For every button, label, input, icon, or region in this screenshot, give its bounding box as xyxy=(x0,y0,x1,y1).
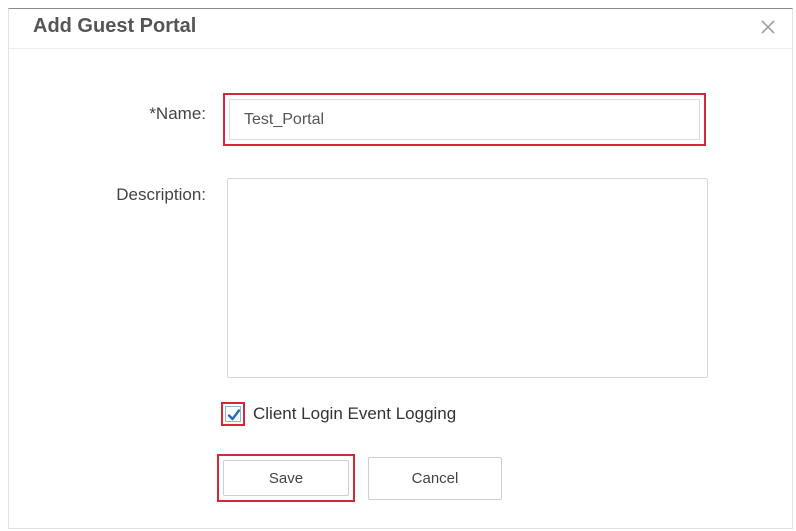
checkmark-icon xyxy=(227,409,241,421)
name-field-highlight xyxy=(223,93,706,146)
description-textarea[interactable] xyxy=(227,178,708,378)
checkbox-box xyxy=(225,406,241,422)
name-input[interactable] xyxy=(229,99,700,140)
description-label: Description: xyxy=(116,185,206,204)
dialog-title: Add Guest Portal xyxy=(33,15,197,37)
close-button[interactable] xyxy=(756,15,780,39)
client-login-logging-checkbox[interactable] xyxy=(221,402,245,426)
add-guest-portal-dialog: Add Guest Portal *Name: Description: Cli… xyxy=(8,8,793,529)
cancel-button[interactable]: Cancel xyxy=(368,457,502,500)
save-button[interactable]: Save xyxy=(223,460,349,496)
close-icon xyxy=(761,20,775,34)
dialog-header: Add Guest Portal xyxy=(9,9,792,49)
client-login-logging-label[interactable]: Client Login Event Logging xyxy=(253,404,456,424)
name-label: *Name: xyxy=(149,104,206,123)
save-button-highlight: Save xyxy=(217,454,355,502)
